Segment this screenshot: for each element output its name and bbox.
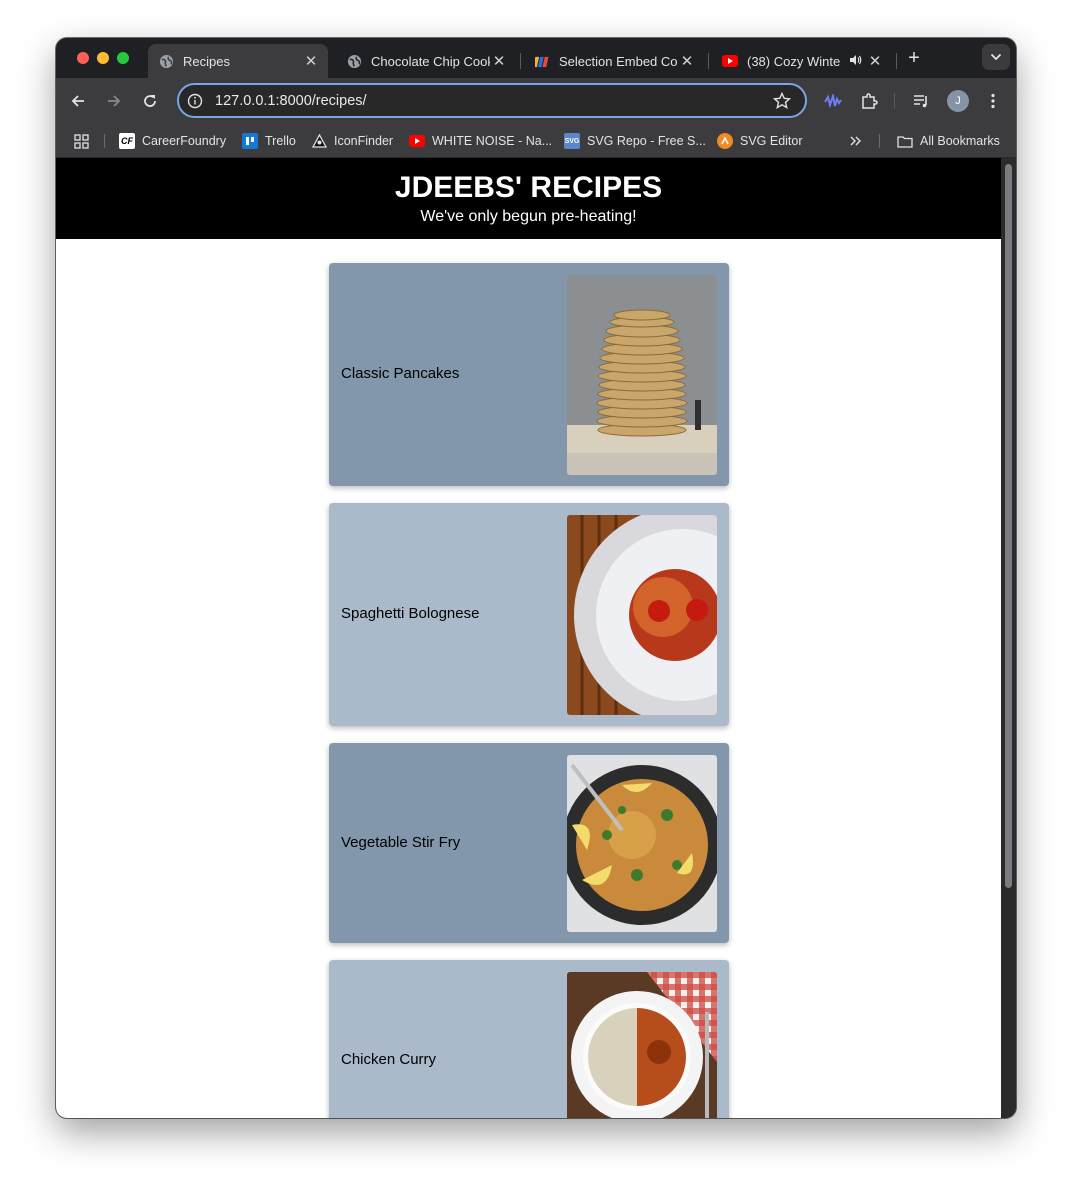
tab-search-button[interactable]: [982, 44, 1010, 70]
bookmark-svg-editor[interactable]: SVG Editor: [717, 132, 803, 150]
extension-wave-button[interactable]: [821, 89, 845, 113]
close-tab-icon[interactable]: ✕: [302, 52, 320, 70]
bookmarks-bar: CF CareerFoundry Trello IconFinder WHITE…: [56, 124, 1016, 158]
recipe-card[interactable]: Spaghetti Bolognese: [329, 503, 729, 726]
browser-toolbar: 127.0.0.1:8000/recipes/ J: [56, 78, 1016, 124]
page-viewport: JDEEBS' RECIPES We've only begun pre-hea…: [56, 158, 1001, 1118]
close-window-button[interactable]: [77, 52, 89, 64]
bookmark-label: Trello: [265, 134, 296, 148]
back-button[interactable]: [66, 89, 90, 113]
bookmark-svg-repo[interactable]: SVG SVG Repo - Free S...: [564, 132, 706, 150]
folder-icon: [897, 133, 913, 149]
site-header: JDEEBS' RECIPES We've only begun pre-hea…: [56, 158, 1001, 239]
reload-button[interactable]: [138, 89, 162, 113]
pancake-stack-photo: [567, 275, 717, 475]
profile-avatar[interactable]: J: [947, 90, 969, 112]
apps-grid-icon: [74, 133, 89, 149]
url-text[interactable]: 127.0.0.1:8000/recipes/: [215, 93, 773, 109]
minimize-window-button[interactable]: [97, 52, 109, 64]
audio-wave-icon: [824, 94, 842, 108]
bookmark-separator: [879, 134, 880, 148]
bookmark-separator: [104, 134, 105, 148]
globe-icon: [346, 53, 362, 69]
globe-icon: [158, 53, 174, 69]
svg-editor-icon: [717, 133, 733, 149]
recipe-name[interactable]: Classic Pancakes: [341, 365, 459, 382]
apps-button[interactable]: [74, 132, 89, 150]
close-tab-icon[interactable]: ✕: [490, 52, 508, 70]
extensions-button[interactable]: [857, 89, 881, 113]
scrollbar-thumb[interactable]: [1005, 164, 1012, 888]
site-info-icon: [187, 93, 203, 108]
more-bookmarks-button[interactable]: [850, 132, 862, 150]
tab-chocolate-chip[interactable]: Chocolate Chip Cook ✕: [336, 44, 516, 78]
bookmark-label: SVG Repo - Free S...: [587, 134, 706, 148]
tab-separator: [520, 53, 521, 69]
address-bar[interactable]: 127.0.0.1:8000/recipes/: [177, 83, 807, 118]
tab-selection-embed[interactable]: Selection Embed Co ✕: [524, 44, 704, 78]
tab-separator: [708, 53, 709, 69]
browser-menu-button[interactable]: [981, 89, 1005, 113]
maximize-window-button[interactable]: [117, 52, 129, 64]
site-subtitle: We've only begun pre-heating!: [420, 208, 637, 225]
kebab-menu-icon: [991, 93, 995, 109]
bookmark-label: CareerFoundry: [142, 134, 227, 148]
bookmark-label: SVG Editor: [740, 134, 803, 148]
recipe-card[interactable]: Classic Pancakes: [329, 263, 729, 486]
puzzle-icon: [862, 93, 878, 109]
tab-title: (38) Cozy Winte: [747, 53, 841, 69]
chevron-double-right-icon: [850, 136, 861, 146]
tab-title: Chocolate Chip Cook: [371, 53, 490, 69]
tab-cozy-winter[interactable]: (38) Cozy Winte ✕: [712, 44, 892, 78]
reload-icon: [144, 95, 156, 107]
close-tab-icon[interactable]: ✕: [678, 52, 696, 70]
new-tab-button[interactable]: +: [903, 47, 925, 69]
bookmark-white-noise[interactable]: WHITE NOISE - Na...: [409, 132, 552, 150]
spaghetti-plate-photo: [567, 515, 717, 715]
tab-separator: [896, 53, 897, 69]
browser-window: Recipes ✕ Chocolate Chip Cook ✕ Selectio…: [56, 38, 1016, 1118]
page-scrollbar[interactable]: [1001, 158, 1016, 1118]
arrow-right-icon: [108, 95, 121, 107]
recipe-card[interactable]: Vegetable Stir Fry: [329, 743, 729, 943]
tab-strip: Recipes ✕ Chocolate Chip Cook ✕ Selectio…: [56, 38, 1016, 78]
chevron-down-icon: [990, 53, 1002, 61]
tab-title: Recipes: [183, 53, 230, 69]
arrow-left-icon: [71, 95, 84, 107]
tab-title: Selection Embed Co: [559, 53, 678, 69]
miro-icon: [534, 53, 550, 69]
bookmark-iconfinder[interactable]: IconFinder: [311, 132, 393, 150]
paella-pan-photo: [567, 755, 717, 932]
speaker-icon[interactable]: [846, 53, 864, 70]
careerfoundry-icon: CF: [119, 133, 135, 149]
youtube-icon: [722, 53, 738, 69]
all-bookmarks-label: All Bookmarks: [920, 134, 1000, 148]
site-title: JDEEBS' RECIPES: [394, 171, 663, 204]
youtube-icon: [409, 133, 425, 149]
recipe-card[interactable]: Chicken Curry: [329, 960, 729, 1118]
recipe-name[interactable]: Chicken Curry: [341, 1051, 436, 1068]
recipe-name[interactable]: Spaghetti Bolognese: [341, 605, 479, 622]
media-controls-button[interactable]: [909, 89, 933, 113]
trello-icon: [242, 133, 258, 149]
queue-music-icon: [914, 95, 927, 108]
forward-button[interactable]: [102, 89, 126, 113]
all-bookmarks-button[interactable]: All Bookmarks: [897, 132, 1000, 150]
tab-recipes[interactable]: Recipes ✕: [148, 44, 328, 78]
close-tab-icon[interactable]: ✕: [866, 52, 884, 70]
toolbar-separator: [894, 93, 895, 109]
bookmark-label: WHITE NOISE - Na...: [432, 134, 553, 148]
curry-rice-plate-photo: [567, 972, 717, 1118]
iconfinder-icon: [311, 133, 327, 149]
svgrepo-icon: SVG: [564, 133, 580, 149]
bookmark-careerfoundry[interactable]: CF CareerFoundry: [119, 132, 226, 150]
bookmark-trello[interactable]: Trello: [242, 132, 296, 150]
bookmark-star-icon: [773, 91, 791, 109]
bookmark-label: IconFinder: [334, 134, 394, 148]
recipe-name[interactable]: Vegetable Stir Fry: [341, 834, 460, 851]
